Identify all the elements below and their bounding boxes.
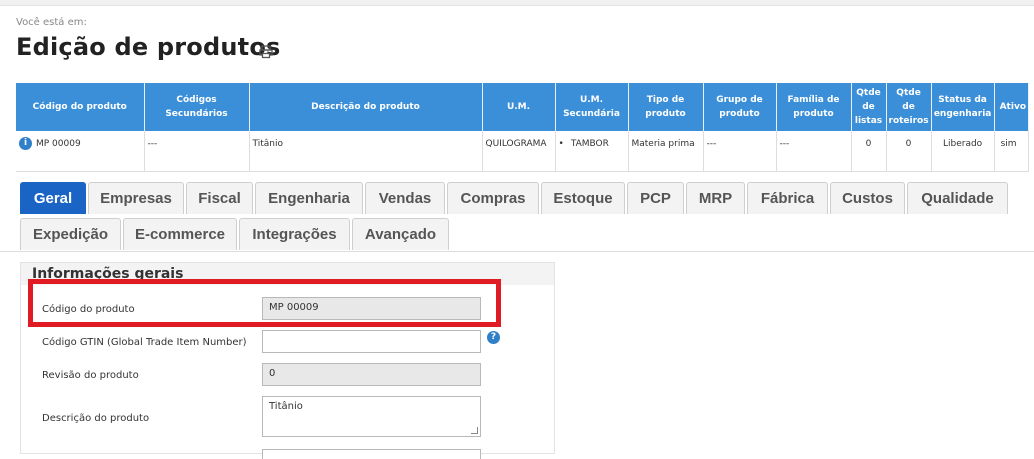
tab-expedicao[interactable]: Expedição: [20, 218, 121, 250]
tab-custos[interactable]: Custos: [830, 182, 905, 214]
descricao-textarea[interactable]: Titânio: [262, 396, 481, 437]
tab-estoque[interactable]: Estoque: [541, 182, 625, 214]
resize-handle-icon[interactable]: [471, 427, 478, 434]
highlight-box: [28, 279, 501, 327]
label-revisao: Revisão do produto: [42, 370, 139, 381]
cell-secundarios: ---: [144, 131, 250, 172]
help-icon[interactable]: ?: [487, 331, 500, 344]
tab-mrp[interactable]: MRP: [686, 182, 745, 214]
column-header[interactable]: Tipo de produto: [628, 83, 704, 131]
tab-ecommerce[interactable]: E-commerce: [123, 218, 237, 250]
column-header[interactable]: Qtde de listas: [851, 83, 887, 131]
tab-avancado[interactable]: Avançado: [352, 218, 449, 250]
tab-bar: Geral Empresas Fiscal Engenharia Vendas …: [0, 181, 1034, 252]
cell-um: QUILOGRAMA: [482, 131, 556, 172]
column-header[interactable]: U.M.: [482, 83, 556, 131]
label-gtin: Código GTIN (Global Trade Item Number): [42, 337, 247, 348]
product-table: Código do produto Códigos Secundários De…: [16, 83, 1030, 172]
table-header-row: Código do produto Códigos Secundários De…: [16, 83, 1030, 131]
tab-vendas[interactable]: Vendas: [365, 182, 445, 214]
cell-descricao: Titânio: [249, 131, 483, 172]
cell-ativo: sim: [994, 131, 1030, 172]
tab-geral[interactable]: Geral: [20, 182, 86, 214]
tab-compras[interactable]: Compras: [447, 182, 539, 214]
tab-pcp[interactable]: PCP: [627, 182, 684, 214]
info-icon[interactable]: i: [19, 137, 32, 150]
column-header[interactable]: Grupo de produto: [703, 83, 777, 131]
cell-codigo: MP 00009: [36, 139, 81, 149]
cell-grupo: ---: [703, 131, 777, 172]
gtin-field[interactable]: [262, 330, 481, 353]
column-header[interactable]: Família de produto: [776, 83, 852, 131]
tab-integracoes[interactable]: Integrações: [239, 218, 350, 250]
cell-tipo: Materia prima: [628, 131, 704, 172]
column-header[interactable]: Qtde de roteiros: [886, 83, 932, 131]
bullet-icon: •: [558, 139, 564, 149]
breadcrumb: Você está em:: [16, 17, 87, 28]
printer-icon[interactable]: [259, 45, 273, 59]
tab-fiscal[interactable]: Fiscal: [186, 182, 253, 214]
column-header[interactable]: Descrição do produto: [249, 83, 483, 131]
top-bar: [0, 0, 1034, 6]
tab-fabrica[interactable]: Fábrica: [747, 182, 828, 214]
page-title: Edição de produtos: [16, 33, 281, 61]
tab-qualidade[interactable]: Qualidade: [907, 182, 1008, 214]
column-header[interactable]: Códigos Secundários: [144, 83, 250, 131]
cell-qtde-roteiros: 0: [886, 131, 932, 172]
column-header[interactable]: Ativo: [994, 83, 1030, 131]
cell-status: Liberado: [931, 131, 995, 172]
tab-empresas[interactable]: Empresas: [88, 182, 184, 214]
column-header[interactable]: U.M. Secundária: [555, 83, 629, 131]
cell-familia: ---: [776, 131, 852, 172]
descricao-value: Titânio: [269, 401, 303, 412]
table-row[interactable]: i MP 00009 --- Titânio QUILOGRAMA • TAMBOR…: [16, 131, 1030, 172]
column-header[interactable]: Código do produto: [16, 83, 145, 131]
revisao-field[interactable]: 0: [262, 363, 481, 386]
tab-engenharia[interactable]: Engenharia: [255, 182, 363, 214]
cell-um-secundaria: TAMBOR: [570, 139, 609, 149]
cell-qtde-listas: 0: [851, 131, 887, 172]
column-header[interactable]: Status da engenharia: [931, 83, 995, 131]
label-descricao: Descrição do produto: [42, 413, 150, 424]
